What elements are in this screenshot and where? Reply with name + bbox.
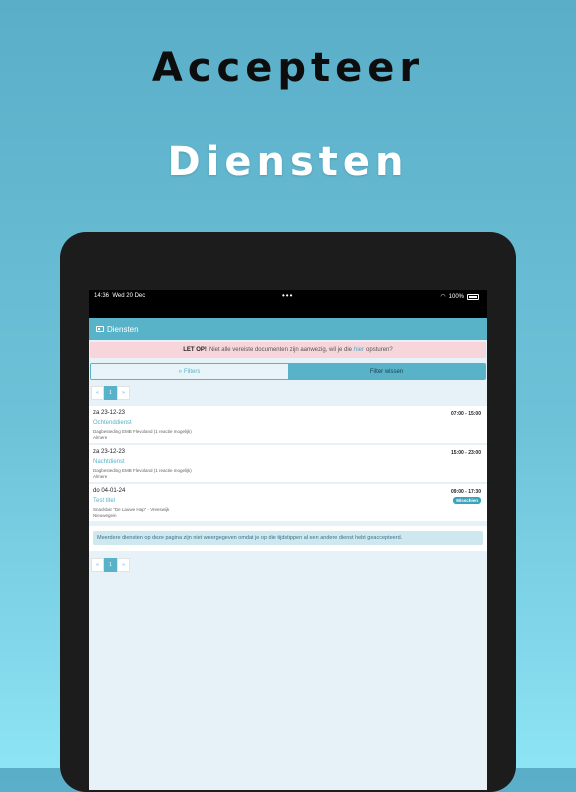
shift-time: 09:00 - 17:30 [450, 489, 481, 495]
status-time-date: 14:36 Wed 20 Dec [94, 293, 145, 299]
status-time: 14:36 [94, 293, 110, 299]
filters-button[interactable]: » Filters [91, 364, 288, 379]
status-badge: Misschien [453, 497, 481, 504]
wifi-icon: ◠ [440, 294, 446, 300]
info-panel: Meerdere diensten op deze pagina zijn ni… [89, 526, 487, 551]
navbar: Diensten [89, 318, 487, 340]
shift-date: za 23-12-23 [93, 410, 126, 416]
filter-bar: » Filters Filter wissen [90, 363, 486, 380]
pagination-page[interactable]: 1 [104, 386, 117, 400]
pagination-top: « 1 » [91, 386, 487, 400]
shift-location: Almere [93, 435, 108, 440]
shift-location: Nieuwegein [93, 513, 117, 518]
pagination-prev[interactable]: « [91, 558, 104, 572]
multitask-dots-icon[interactable]: ••• [282, 291, 293, 300]
shift-organization: Dagbesteding EMB Flevoland (1 reactie mo… [93, 468, 192, 473]
pagination-next[interactable]: » [117, 386, 130, 400]
list-item[interactable]: za 23-12-23 15:00 - 23:00 Nachtdienst Da… [89, 445, 487, 484]
clear-filter-button[interactable]: Filter wissen [288, 364, 485, 379]
pagination-next[interactable]: » [117, 558, 130, 572]
info-message: Meerdere diensten op deze pagina zijn ni… [93, 531, 483, 545]
shift-title[interactable]: Nachtdienst [93, 459, 125, 465]
battery-icon [467, 293, 479, 300]
shift-title[interactable]: Test titel [93, 498, 115, 504]
alert-strong: LET OP! [183, 347, 207, 353]
tablet-screen: 14:36 Wed 20 Dec ••• ◠ 100% Diensten LET… [89, 290, 487, 790]
alert-text: Niet alle vereiste documenten zijn aanwe… [208, 347, 353, 353]
hero-title-line-1: Accepteer [151, 45, 425, 91]
shift-location: Almere [93, 474, 108, 479]
tablet-frame: 14:36 Wed 20 Dec ••• ◠ 100% Diensten LET… [60, 232, 516, 792]
list-item[interactable]: za 23-12-23 07:00 - 15:00 Ochtenddienst … [89, 406, 487, 445]
pagination-page[interactable]: 1 [104, 558, 117, 572]
battery-percentage: 100% [448, 293, 464, 300]
shift-organization: Dagbesteding EMB Flevoland (1 reactie mo… [93, 429, 192, 434]
status-bar: 14:36 Wed 20 Dec ••• ◠ 100% [89, 290, 487, 318]
shift-date: za 23-12-23 [93, 449, 126, 455]
status-right: ◠ 100% [440, 293, 479, 300]
filters-label: Filters [184, 368, 201, 375]
id-card-icon [96, 326, 104, 332]
shift-time: 07:00 - 15:00 [450, 411, 481, 417]
hero-title-line-2: Diensten [167, 139, 409, 185]
shift-time: 15:00 - 23:00 [450, 450, 481, 456]
double-chevron-down-icon: » [178, 368, 182, 375]
documents-alert: LET OP! Niet alle vereiste documenten zi… [90, 342, 486, 358]
shift-title[interactable]: Ochtenddienst [93, 420, 132, 426]
shift-organization: Snackbar "De Lauwe Hap" - Vreeswijk [93, 507, 170, 512]
alert-suffix: opsturen? [366, 347, 393, 353]
status-date: Wed 20 Dec [112, 293, 146, 299]
page-title: Diensten [107, 324, 139, 334]
list-item[interactable]: do 04-01-24 09:00 - 17:30 Misschien Test… [89, 484, 487, 523]
pagination-prev[interactable]: « [91, 386, 104, 400]
shift-list: za 23-12-23 07:00 - 15:00 Ochtenddienst … [89, 406, 487, 523]
alert-link[interactable]: hier [354, 347, 364, 353]
shift-date: do 04-01-24 [93, 488, 126, 494]
pagination-bottom: « 1 » [91, 558, 487, 572]
